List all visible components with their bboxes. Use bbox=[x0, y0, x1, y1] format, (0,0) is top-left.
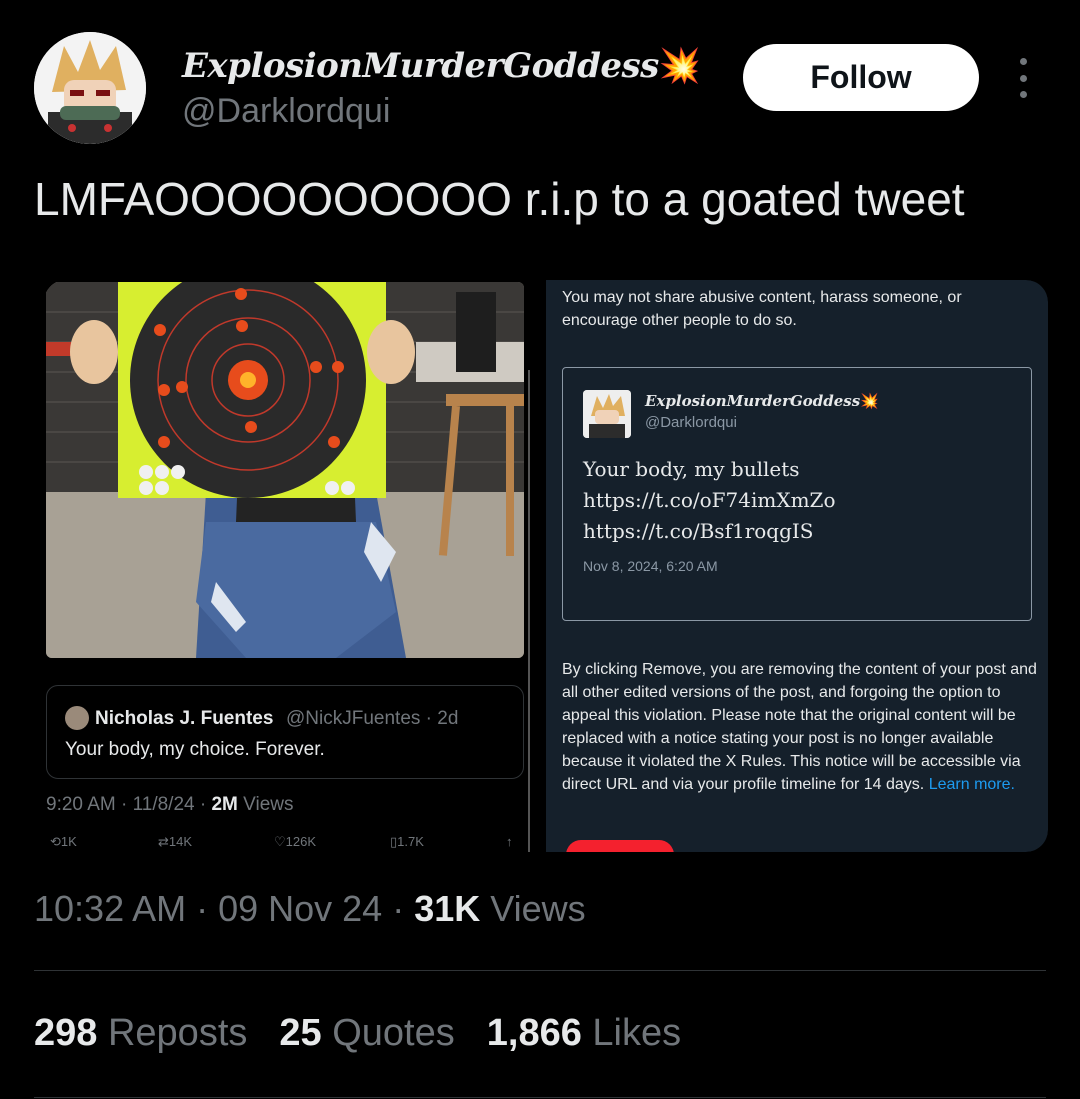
repost-icon: ⇄ 14K bbox=[158, 834, 193, 849]
repost-count: 14K bbox=[168, 834, 193, 849]
inner-display-name: ExplosionMurderGoddess💥 bbox=[645, 392, 879, 410]
removal-notice-screenshot: You may not share abusive content, haras… bbox=[546, 280, 1048, 852]
remove-button bbox=[566, 840, 674, 852]
views-count: 31K bbox=[414, 888, 481, 929]
quote-author-handle: @NickJFuentes · 2d bbox=[286, 708, 459, 729]
bookmark-icon: ▯ 1.7K bbox=[390, 834, 424, 849]
likes-stat[interactable]: 1,866 Likes bbox=[487, 1012, 681, 1054]
quoted-tweet-box: Nicholas J. Fuentes @NickJFuentes · 2d Y… bbox=[46, 685, 524, 779]
reposts-label: Reposts bbox=[107, 1012, 248, 1054]
author-handle[interactable]: @Darklordqui bbox=[182, 92, 390, 131]
follow-button[interactable]: Follow bbox=[743, 44, 979, 111]
author-display-name[interactable]: ExplosionMurderGoddess💥 bbox=[182, 46, 701, 86]
quote-avatar bbox=[65, 706, 89, 730]
engagement-stats: 298 Reposts 25 Quotes 1,866 Likes bbox=[34, 1012, 681, 1055]
tweet-media[interactable]: Nicholas J. Fuentes @NickJFuentes · 2d Y… bbox=[44, 280, 1048, 852]
timestamp-text: 10:32 AM · 09 Nov 24 · bbox=[34, 888, 415, 929]
divider bbox=[34, 1097, 1046, 1098]
inner-line: Your body, my bullets bbox=[583, 457, 800, 481]
remove-text: By clicking Remove, you are removing the… bbox=[562, 661, 1037, 793]
reply-icon: ⟲ 1K bbox=[50, 834, 77, 849]
quoted-views-label: Views bbox=[237, 794, 294, 815]
quotes-count: 25 bbox=[279, 1012, 322, 1054]
more-vertical-icon[interactable] bbox=[1006, 58, 1040, 98]
inner-avatar bbox=[583, 390, 631, 438]
explosion-emoji-icon: 💥 bbox=[860, 392, 879, 410]
quoted-screenshot-left: Nicholas J. Fuentes @NickJFuentes · 2d Y… bbox=[44, 280, 526, 852]
media-divider bbox=[528, 370, 530, 852]
reposts-stat[interactable]: 298 Reposts bbox=[34, 1012, 247, 1054]
like-icon: ♡ 126K bbox=[274, 834, 317, 849]
quotes-stat[interactable]: 25 Quotes bbox=[279, 1012, 454, 1054]
quoted-tweet-meta: 9:20 AM · 11/8/24 · 2M Views bbox=[46, 794, 294, 816]
quotes-label: Quotes bbox=[332, 1012, 455, 1054]
inner-tweet-text: Your body, my bullets https://t.co/oF74i… bbox=[583, 454, 835, 547]
quoted-action-bar: ⟲ 1K ⇄ 14K ♡ 126K ▯ 1.7K ↑ bbox=[46, 834, 524, 852]
display-name-text: ExplosionMurderGoddess bbox=[182, 46, 659, 86]
tweet-timestamp[interactable]: 10:32 AM · 09 Nov 24 · 31K Views bbox=[34, 888, 586, 930]
reposts-count: 298 bbox=[34, 1012, 98, 1054]
tweet-text: LMFAOOOOOOOOOO r.i.p to a goated tweet bbox=[34, 173, 965, 225]
likes-count: 1,866 bbox=[486, 1012, 582, 1054]
learn-more-link: Learn more. bbox=[928, 776, 1015, 793]
quote-text: Your body, my choice. Forever. bbox=[65, 739, 325, 760]
bookmark-count: 1.7K bbox=[397, 834, 424, 849]
remove-explanation: By clicking Remove, you are removing the… bbox=[562, 658, 1037, 796]
author-avatar[interactable] bbox=[34, 32, 146, 144]
views-label: Views bbox=[480, 888, 586, 929]
quoted-time: 9:20 AM · 11/8/24 · bbox=[46, 794, 212, 815]
inner-line: https://t.co/Bsf1roqgIS bbox=[583, 519, 814, 543]
share-icon: ↑ bbox=[506, 834, 513, 849]
policy-text: You may not share abusive content, haras… bbox=[562, 289, 962, 329]
removed-tweet-card: ExplosionMurderGoddess💥 @Darklordqui You… bbox=[562, 367, 1032, 621]
quoted-views-count: 2M bbox=[211, 794, 238, 815]
reply-count: 1K bbox=[60, 834, 77, 849]
target-photo bbox=[46, 282, 524, 658]
inner-date: Nov 8, 2024, 6:20 AM bbox=[583, 558, 718, 574]
quote-author-name: Nicholas J. Fuentes bbox=[95, 708, 274, 729]
inner-line: https://t.co/oF74imXmZo bbox=[583, 488, 836, 512]
divider bbox=[34, 970, 1046, 971]
inner-name-text: ExplosionMurderGoddess bbox=[645, 392, 861, 410]
explosion-emoji-icon: 💥 bbox=[658, 46, 701, 86]
likes-label: Likes bbox=[592, 1012, 682, 1054]
inner-handle: @Darklordqui bbox=[645, 414, 737, 431]
like-count: 126K bbox=[285, 834, 317, 849]
